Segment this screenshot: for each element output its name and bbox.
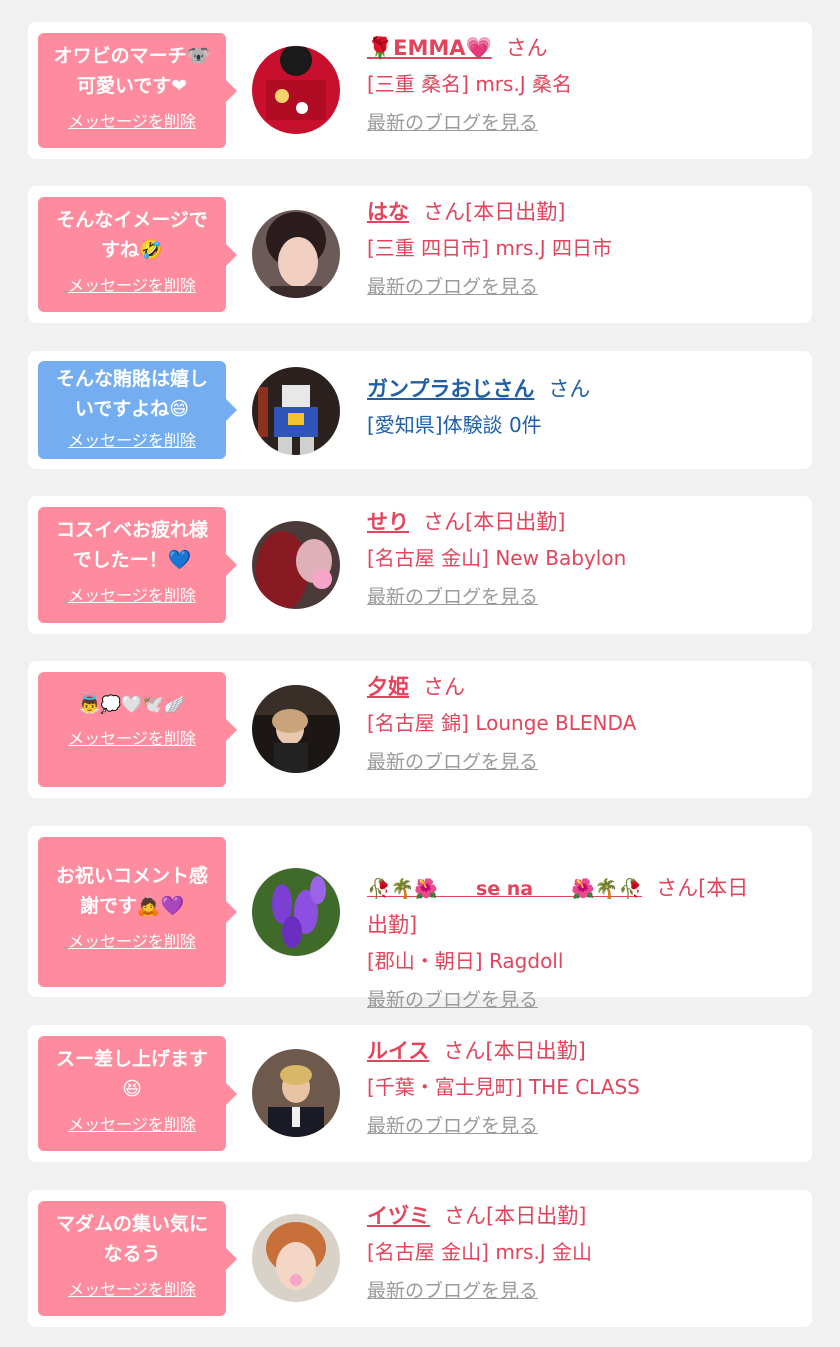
sender-name-link[interactable]: イヅミ	[367, 1204, 430, 1228]
delete-message-link[interactable]: メッセージを削除	[38, 275, 226, 297]
sender-suffix: さん[本日出勤]	[423, 200, 566, 224]
sender-name-link[interactable]: ルイス	[367, 1039, 429, 1063]
red-jersey-photo	[252, 46, 340, 134]
man-in-suit-photo	[252, 1049, 340, 1137]
delete-message-link[interactable]: メッセージを削除	[38, 728, 226, 750]
sender-name-link[interactable]: はな	[367, 200, 409, 224]
comment-text: マダムの集い気に なるう	[55, 1213, 208, 1265]
avatar[interactable]	[252, 367, 340, 455]
sender-line: 🥀🌴🌺 se na 🌺🌴🥀 さん[本日 出勤]	[367, 834, 798, 943]
comment-bubble: そんな賄賂は嬉し いですよね😄 メッセージを削除	[38, 361, 237, 459]
sender-info: 🌹EMMA💗 さん [三重 桑名] mrs.J 桑名 最新のブログを見る	[367, 30, 798, 138]
message-card: マダムの集い気に なるう メッセージを削除 イヅミ さん[本日出勤] [名古屋 金…	[28, 1190, 812, 1327]
shop-info: [千葉・富士見町] THE CLASS	[367, 1075, 640, 1099]
comment-bubble: そんなイメージで すね🤣 メッセージを削除	[38, 197, 237, 312]
comment-text: オワビのマーチ🐨 可愛いです❤	[53, 45, 211, 97]
avatar[interactable]	[252, 1049, 340, 1137]
avatar[interactable]	[252, 685, 340, 773]
blog-link[interactable]: 最新のブログを見る	[367, 1276, 538, 1306]
sender-line: 夕姫 さん	[367, 669, 798, 705]
blog-link[interactable]: 最新のブログを見る	[367, 272, 538, 302]
shop-info: [郡山・朝日] Ragdoll	[367, 949, 564, 973]
sender-suffix: さん[本日出勤]	[423, 510, 566, 534]
sender-info: せり さん[本日出勤] [名古屋 金山] New Babylon 最新のブログを見…	[367, 504, 798, 612]
shop-info: [名古屋 金山] mrs.J 金山	[367, 1240, 593, 1264]
sender-name-link[interactable]: 🥀🌴🌺 se na 🌺🌴🥀	[367, 878, 642, 900]
sender-line: ルイス さん[本日出勤]	[367, 1033, 798, 1069]
woman-selfie-photo	[252, 1214, 340, 1302]
message-card: コスイベお疲れ様 でしたー！💙 メッセージを削除 せり さん[本日出勤] [名古屋…	[28, 496, 812, 634]
avatar[interactable]	[252, 521, 340, 609]
delete-message-link[interactable]: メッセージを削除	[38, 430, 226, 452]
sender-line: はな さん[本日出勤]	[367, 194, 798, 230]
comment-text: そんなイメージで すね🤣	[56, 209, 208, 261]
comment-text: コスイベお疲れ様 でしたー！💙	[55, 519, 208, 571]
sender-info: 夕姫 さん [名古屋 錦] Lounge BLENDA 最新のブログを見る	[367, 669, 798, 777]
comment-bubble: スー差し上げます 😆 メッセージを削除	[38, 1036, 237, 1151]
comment-text: そんな賄賂は嬉し いですよね😄	[55, 368, 208, 420]
message-card: そんな賄賂は嬉し いですよね😄 メッセージを削除 ガンプラおじさん さん [愛知県…	[28, 351, 812, 469]
comment-text: 👼💭🤍🕊️🪽	[79, 695, 185, 715]
blog-link[interactable]: 最新のブログを見る	[367, 582, 538, 612]
sender-info: ルイス さん[本日出勤] [千葉・富士見町] THE CLASS 最新のブログを見…	[367, 1033, 798, 1141]
shop-info: [愛知県]体験談 0件	[367, 413, 542, 437]
shop-info: [三重 四日市] mrs.J 四日市	[367, 236, 613, 260]
message-list: オワビのマーチ🐨 可愛いです❤ メッセージを削除 🌹EMMA💗 さん [三重 桑名…	[0, 0, 840, 1347]
avatar[interactable]	[252, 210, 340, 298]
shop-info: [名古屋 金山] New Babylon	[367, 546, 627, 570]
sender-line: ガンプラおじさん さん	[367, 371, 798, 407]
red-hair-photo	[252, 521, 340, 609]
delete-message-link[interactable]: メッセージを削除	[38, 931, 226, 953]
message-card: オワビのマーチ🐨 可愛いです❤ メッセージを削除 🌹EMMA💗 さん [三重 桑名…	[28, 22, 812, 159]
sender-info: イヅミ さん[本日出勤] [名古屋 金山] mrs.J 金山 最新のブログを見る	[367, 1198, 798, 1306]
sender-suffix: さん[本日出勤]	[444, 1204, 587, 1228]
gundam-model-photo	[252, 367, 340, 455]
message-card: お祝いコメント感 謝です🙇💜 メッセージを削除 🥀🌴🌺 se na 🌺🌴🥀 さん[…	[28, 826, 812, 1011]
message-card: 👼💭🤍🕊️🪽 メッセージを削除 夕姫 さん [名古屋 錦] Lounge BLEN…	[28, 661, 812, 798]
comment-bubble: オワビのマーチ🐨 可愛いです❤ メッセージを削除	[38, 33, 237, 148]
sender-name-link[interactable]: せり	[367, 510, 409, 534]
blog-link[interactable]: 最新のブログを見る	[367, 1111, 538, 1141]
blog-link[interactable]: 最新のブログを見る	[367, 747, 538, 777]
sender-name-link[interactable]: 🌹EMMA💗	[367, 36, 492, 60]
sender-line: 🌹EMMA💗 さん	[367, 30, 798, 66]
sender-info: はな さん[本日出勤] [三重 四日市] mrs.J 四日市 最新のブログを見る	[367, 194, 798, 302]
sender-suffix: さん	[548, 377, 591, 401]
delete-message-link[interactable]: メッセージを削除	[38, 1279, 226, 1301]
comment-text: お祝いコメント感 謝です🙇💜	[55, 865, 208, 917]
blog-link[interactable]: 最新のブログを見る	[367, 108, 538, 138]
shop-info: [三重 桑名] mrs.J 桑名	[367, 72, 573, 96]
comment-bubble: マダムの集い気に なるう メッセージを削除	[38, 1201, 237, 1316]
dark-room-portrait-photo	[252, 685, 340, 773]
sender-info: 🥀🌴🌺 se na 🌺🌴🥀 さん[本日 出勤] [郡山・朝日] Ragdoll 最…	[367, 834, 798, 1015]
woman-portrait-photo	[252, 210, 340, 298]
avatar[interactable]	[252, 46, 340, 134]
sender-suffix: さん	[505, 36, 548, 60]
delete-message-link[interactable]: メッセージを削除	[38, 585, 226, 607]
comment-bubble: コスイベお疲れ様 でしたー！💙 メッセージを削除	[38, 507, 237, 623]
shop-info: [名古屋 錦] Lounge BLENDA	[367, 711, 637, 735]
avatar[interactable]	[252, 1214, 340, 1302]
sender-info: ガンプラおじさん さん [愛知県]体験談 0件	[367, 371, 798, 443]
blog-link[interactable]: 最新のブログを見る	[367, 985, 538, 1015]
comment-text: スー差し上げます 😆	[55, 1048, 208, 1100]
comment-bubble: 👼💭🤍🕊️🪽 メッセージを削除	[38, 672, 237, 787]
sender-suffix: さん[本日出勤]	[443, 1039, 586, 1063]
sender-line: イヅミ さん[本日出勤]	[367, 1198, 798, 1234]
delete-message-link[interactable]: メッセージを削除	[38, 111, 226, 133]
sender-suffix: さん	[423, 675, 465, 699]
purple-flowers-photo	[252, 868, 340, 956]
sender-name-link[interactable]: ガンプラおじさん	[367, 377, 534, 401]
delete-message-link[interactable]: メッセージを削除	[38, 1114, 226, 1136]
message-card: スー差し上げます 😆 メッセージを削除 ルイス さん[本日出勤] [千葉・富士見町…	[28, 1025, 812, 1162]
message-card: そんなイメージで すね🤣 メッセージを削除 はな さん[本日出勤] [三重 四日市…	[28, 186, 812, 323]
avatar[interactable]	[252, 868, 340, 956]
comment-bubble: お祝いコメント感 謝です🙇💜 メッセージを削除	[38, 837, 237, 987]
sender-name-link[interactable]: 夕姫	[367, 675, 409, 699]
sender-line: せり さん[本日出勤]	[367, 504, 798, 540]
